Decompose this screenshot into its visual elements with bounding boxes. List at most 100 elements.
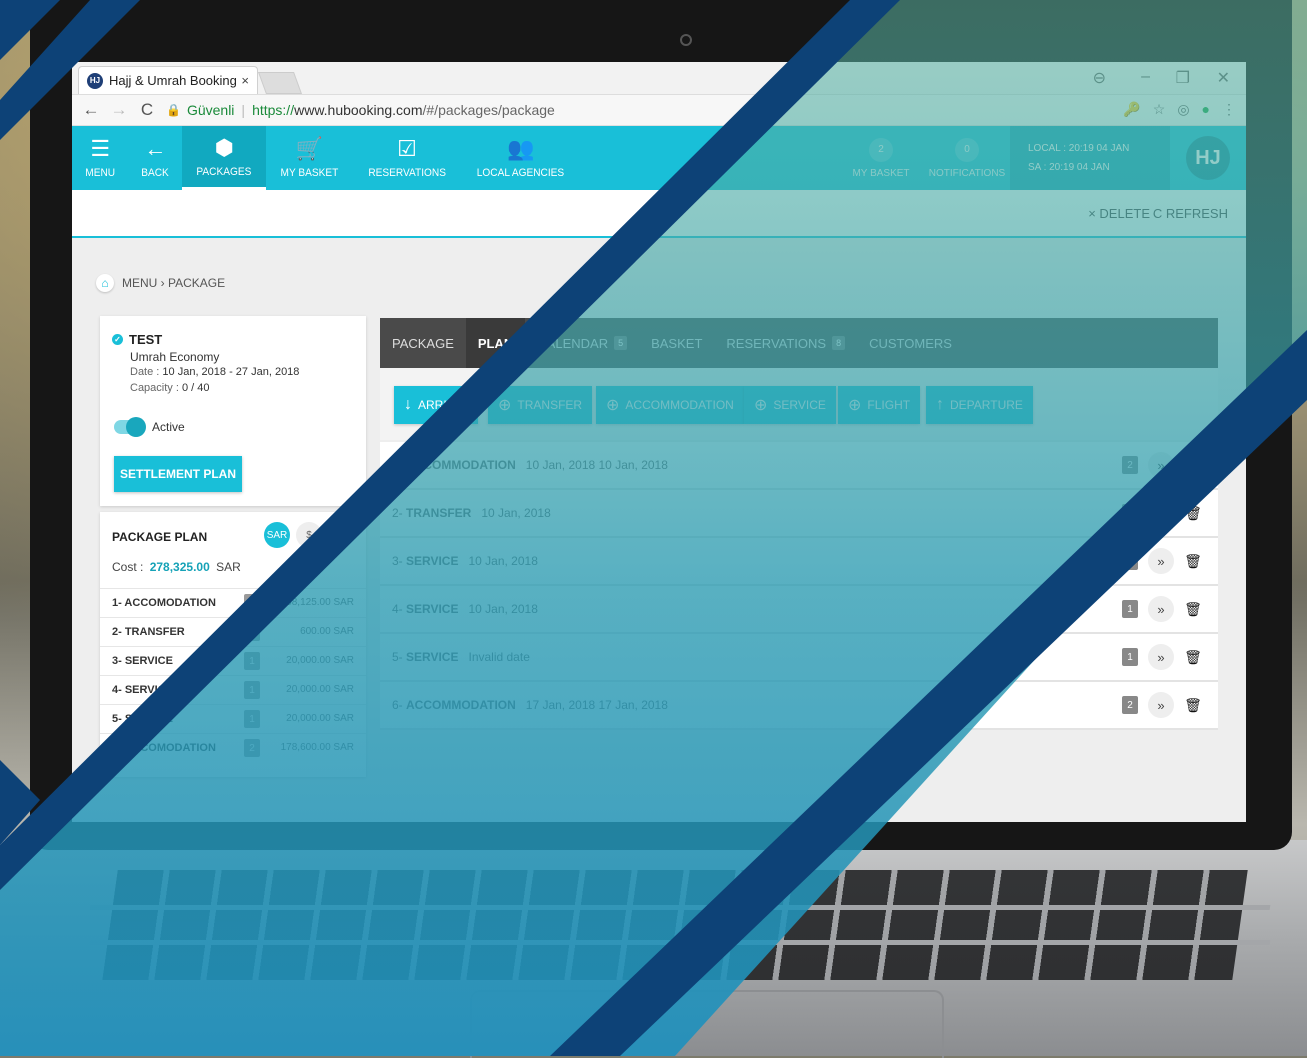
row-type: SERVICE [406, 650, 459, 664]
trash-icon[interactable]: 🗑 [1182, 502, 1204, 524]
nav-reservations[interactable]: ☑ RESERVATIONS [353, 126, 461, 190]
url-field[interactable]: 🔒 Güvenli | https:// www.hubooking.com /… [166, 102, 555, 118]
kebab-menu-icon[interactable]: ⋮ [1222, 101, 1236, 118]
row-count-badge: 1 [1122, 552, 1138, 570]
chevron-double-down-icon[interactable]: » [1148, 692, 1174, 718]
active-toggle[interactable] [114, 417, 146, 437]
add-transfer-button[interactable]: ⊕ TRANSFER [488, 386, 593, 424]
settlement-plan-button[interactable]: SETTLEMENT PLAN [114, 456, 242, 492]
plan-item-count: 1 [244, 623, 260, 641]
close-window-icon[interactable]: ✕ [1217, 68, 1230, 88]
tab-close-icon[interactable]: × [241, 73, 249, 88]
plan-row[interactable]: 4- SERVICE 10 Jan, 2018 1 » 🗑 [380, 586, 1218, 634]
plan-item[interactable]: 2- TRANSFER 1 600.00 SAR [100, 617, 366, 646]
plan-item-count: 2 [244, 739, 260, 757]
row-date: 10 Jan, 2018 [468, 602, 538, 616]
tab-basket[interactable]: BASKET [639, 318, 714, 368]
refresh-button[interactable]: C REFRESH [1153, 206, 1228, 221]
tab-label: BASKET [651, 335, 703, 351]
plan-item-name: 4- SERVICE [112, 684, 173, 696]
tab-customers[interactable]: CUSTOMERS [857, 318, 964, 368]
add-service-button[interactable]: ⊕ SERVICE [744, 386, 836, 424]
lock-icon: 🔒 [166, 103, 181, 117]
plan-row[interactable]: 2- TRANSFER 10 Jan, 2018 1 » 🗑 [380, 490, 1218, 538]
basket-counter[interactable]: 2 MY BASKET [838, 137, 924, 179]
row-type: SERVICE [406, 554, 459, 568]
action-label: ACCOMMODATION [625, 398, 734, 412]
row-date: 17 Jan, 2018 17 Jan, 2018 [525, 698, 668, 712]
plan-item[interactable]: 1- ACCOMODATION 2 58,125.00 SAR [100, 588, 366, 617]
basket-icon: 🛒 [295, 136, 324, 161]
plan-row[interactable]: 3- SERVICE 10 Jan, 2018 1 » 🗑 [380, 538, 1218, 586]
breadcrumb-text[interactable]: MENU › PACKAGE [122, 276, 225, 290]
trash-icon[interactable]: 🗑 [1182, 598, 1204, 620]
forward-arrow-icon[interactable]: → [110, 100, 128, 120]
nav-label: BACK [141, 167, 170, 179]
chevron-double-down-icon[interactable]: » [1148, 548, 1174, 574]
nav-packages[interactable]: ⬢ PACKAGES [182, 126, 267, 190]
reload-icon[interactable]: C [138, 100, 156, 120]
plan-item[interactable]: 5- SERVICE 1 20,000.00 SAR [100, 704, 366, 733]
favicon-icon: HJ [87, 72, 103, 89]
row-date: 10 Jan, 2018 [481, 506, 551, 520]
currency-sar-button[interactable]: SAR [264, 522, 290, 548]
restore-icon[interactable]: ❐ [1176, 68, 1190, 88]
chevron-double-down-icon[interactable]: » [1148, 596, 1174, 622]
plan-item[interactable]: 4- SERVICE 1 20,000.00 SAR [100, 675, 366, 704]
browser-tab[interactable]: HJ Hajj & Umrah Booking × [78, 66, 258, 94]
back-arrow-icon[interactable]: ← [82, 100, 100, 120]
arrow-up-icon: ↑ [936, 396, 944, 413]
tab-reservations[interactable]: RESERVATIONS 8 [714, 318, 857, 368]
add-flight-button[interactable]: ⊕ FLIGHT [838, 386, 921, 424]
nav-back[interactable]: ← BACK [128, 126, 182, 190]
plan-item-price: 58,125.00 SAR [286, 597, 354, 608]
plan-row-text: 3- SERVICE 10 Jan, 2018 [392, 554, 538, 568]
chevron-double-down-icon[interactable]: » [1148, 644, 1174, 670]
check-circle-icon: ✓ [112, 334, 123, 345]
tab-package[interactable]: PACKAGE [380, 318, 466, 368]
currency-usd-button[interactable]: $ [296, 522, 322, 548]
row-index: 3- [392, 554, 403, 568]
tab-calendar[interactable]: CALENDAR 5 [525, 318, 639, 368]
trash-icon[interactable]: 🗑 [1182, 646, 1204, 668]
tab-plan[interactable]: PLAN [465, 318, 526, 368]
nav-menu[interactable]: ☰ MENU [72, 126, 128, 190]
trash-icon[interactable]: 🗑 [1182, 550, 1204, 572]
trash-icon[interactable]: 🗑 [1182, 454, 1204, 476]
plan-items: 1- ACCOMODATION 2 58,125.00 SAR 2- TRANS… [100, 588, 366, 762]
new-tab-button[interactable] [257, 72, 303, 94]
clock-panel: LOCAL : 20:19 04 JAN SA : 20:19 04 JAN [1010, 126, 1170, 190]
trash-icon[interactable]: 🗑 [1182, 694, 1204, 716]
package-tabs: PACKAGE PLAN CALENDAR 5 BASKET RESERVATIO… [380, 318, 1218, 368]
grammarly-icon[interactable]: ● [1202, 101, 1210, 118]
row-type: ACCOMMODATION [406, 458, 516, 472]
profile-icon[interactable]: ⊖ [1093, 68, 1106, 88]
chevron-double-down-icon[interactable]: » [1148, 452, 1174, 478]
plan-item-name: 2- TRANSFER [112, 626, 185, 638]
plan-row[interactable]: 5- SERVICE Invalid date 1 » 🗑 [380, 634, 1218, 682]
notifications-counter[interactable]: 0 NOTIFICATIONS [924, 137, 1010, 179]
toggle-knob [126, 417, 146, 437]
add-arrival-button[interactable]: ↓ ARRIVAL [394, 386, 479, 424]
home-icon[interactable]: ⌂ [96, 274, 114, 292]
star-icon[interactable]: ☆ [1153, 101, 1166, 118]
nav-local-agencies[interactable]: 👥 LOCAL AGENCIES [461, 126, 580, 190]
row-count-badge: 1 [1122, 504, 1138, 522]
plan-row[interactable]: 6- ACCOMMODATION 17 Jan, 2018 17 Jan, 201… [380, 682, 1218, 730]
plan-item[interactable]: 3- SERVICE 1 20,000.00 SAR [100, 646, 366, 675]
tab-label: PLAN [477, 335, 514, 351]
minimize-icon[interactable]: – [1141, 68, 1150, 86]
nav-my-basket[interactable]: 🛒 MY BASKET [266, 126, 353, 190]
extension-icon[interactable]: ◎ [1177, 101, 1189, 118]
delete-button[interactable]: × DELETE [1088, 206, 1150, 221]
hubooking-logo[interactable]: HJ [1186, 136, 1230, 180]
plan-row[interactable]: 1- ACCOMMODATION 10 Jan, 2018 10 Jan, 201… [380, 442, 1218, 490]
row-index: 4- [392, 602, 403, 616]
key-icon[interactable]: 🔑 [1123, 101, 1140, 118]
nav-label: PACKAGES [196, 165, 252, 178]
chevron-double-down-icon[interactable]: » [1148, 500, 1174, 526]
page-toolbar: × DELETE C REFRESH [72, 190, 1246, 238]
add-accommodation-button[interactable]: ⊕ ACCOMMODATION [596, 386, 744, 424]
plan-item[interactable]: 6- ACCOMODATION 2 178,600.00 SAR [100, 733, 366, 762]
add-departure-button[interactable]: ↑ DEPARTURE [926, 386, 1033, 424]
